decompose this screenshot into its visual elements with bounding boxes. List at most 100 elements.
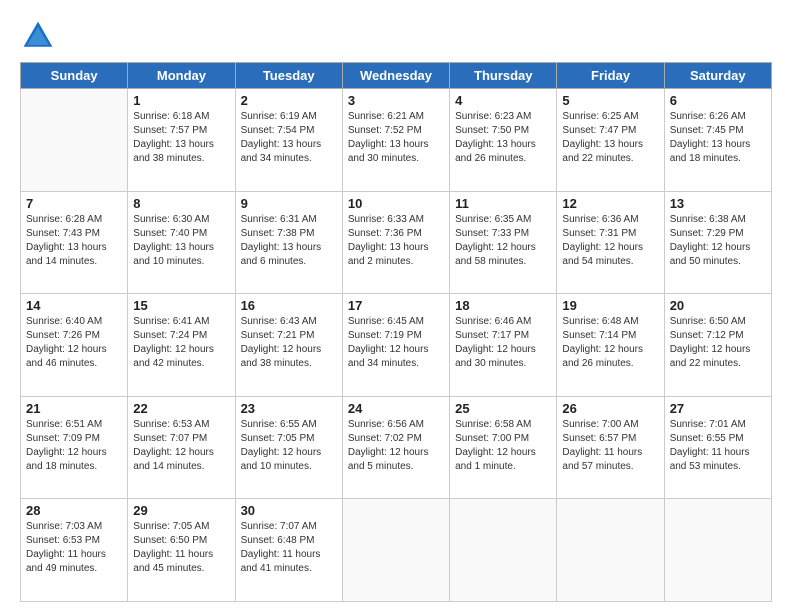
calendar-cell: 30 Sunrise: 7:07 AM Sunset: 6:48 PM Dayli… — [235, 499, 342, 602]
day-info: Sunrise: 6:50 AM Sunset: 7:12 PM Dayligh… — [670, 315, 766, 371]
calendar-cell: 7 Sunrise: 6:28 AM Sunset: 7:43 PM Daylig… — [21, 191, 128, 294]
calendar-cell: 19 Sunrise: 6:48 AM Sunset: 7:14 PM Dayli… — [557, 294, 664, 397]
day-info: Sunrise: 6:30 AM Sunset: 7:40 PM Dayligh… — [133, 213, 229, 269]
calendar-cell: 29Sunrise: 7:05 AM Sunset: 6:50 PM Dayli… — [128, 499, 235, 602]
day-info: Sunrise: 6:58 AM Sunset: 7:00 PM Dayligh… — [455, 418, 551, 474]
day-number: 16 — [241, 298, 337, 313]
day-info: Sunrise: 6:33 AM Sunset: 7:36 PM Dayligh… — [348, 213, 444, 269]
calendar-cell: 17Sunrise: 6:45 AM Sunset: 7:19 PM Dayli… — [342, 294, 449, 397]
calendar-cell — [557, 499, 664, 602]
day-info: Sunrise: 6:40 AM Sunset: 7:26 PM Dayligh… — [26, 315, 122, 371]
day-info: Sunrise: 6:43 AM Sunset: 7:21 PM Dayligh… — [241, 315, 337, 371]
calendar-cell — [450, 499, 557, 602]
calendar-week-2: 7 Sunrise: 6:28 AM Sunset: 7:43 PM Daylig… — [21, 191, 772, 294]
calendar-cell: 6 Sunrise: 6:26 AM Sunset: 7:45 PM Daylig… — [664, 89, 771, 192]
logo-icon — [20, 18, 56, 54]
day-info: Sunrise: 6:31 AM Sunset: 7:38 PM Dayligh… — [241, 213, 337, 269]
day-info: Sunrise: 6:19 AM Sunset: 7:54 PM Dayligh… — [241, 110, 337, 166]
day-info: Sunrise: 7:03 AM Sunset: 6:53 PM Dayligh… — [26, 520, 122, 576]
day-header-tuesday: Tuesday — [235, 63, 342, 89]
calendar-cell — [664, 499, 771, 602]
calendar-cell: 9 Sunrise: 6:31 AM Sunset: 7:38 PM Daylig… — [235, 191, 342, 294]
calendar-cell: 24 Sunrise: 6:56 AM Sunset: 7:02 PM Dayli… — [342, 396, 449, 499]
day-number: 30 — [241, 503, 337, 518]
day-number: 26 — [562, 401, 658, 416]
day-number: 18 — [455, 298, 551, 313]
calendar-cell: 22 Sunrise: 6:53 AM Sunset: 7:07 PM Dayli… — [128, 396, 235, 499]
calendar-cell: 11 Sunrise: 6:35 AM Sunset: 7:33 PM Dayli… — [450, 191, 557, 294]
day-number: 27 — [670, 401, 766, 416]
header — [20, 18, 772, 54]
day-info: Sunrise: 6:38 AM Sunset: 7:29 PM Dayligh… — [670, 213, 766, 269]
day-number: 20 — [670, 298, 766, 313]
day-number: 29 — [133, 503, 229, 518]
day-number: 24 — [348, 401, 444, 416]
day-info: Sunrise: 6:18 AM Sunset: 7:57 PM Dayligh… — [133, 110, 229, 166]
day-info: Sunrise: 7:07 AM Sunset: 6:48 PM Dayligh… — [241, 520, 337, 576]
calendar-week-5: 28 Sunrise: 7:03 AM Sunset: 6:53 PM Dayli… — [21, 499, 772, 602]
day-number: 25 — [455, 401, 551, 416]
day-number: 10 — [348, 196, 444, 211]
calendar-cell: 13 Sunrise: 6:38 AM Sunset: 7:29 PM Dayli… — [664, 191, 771, 294]
calendar-cell: 12Sunrise: 6:36 AM Sunset: 7:31 PM Dayli… — [557, 191, 664, 294]
page: SundayMondayTuesdayWednesdayThursdayFrid… — [0, 0, 792, 612]
day-info: Sunrise: 6:23 AM Sunset: 7:50 PM Dayligh… — [455, 110, 551, 166]
calendar-cell: 8 Sunrise: 6:30 AM Sunset: 7:40 PM Daylig… — [128, 191, 235, 294]
day-info: Sunrise: 6:56 AM Sunset: 7:02 PM Dayligh… — [348, 418, 444, 474]
calendar-cell: 28 Sunrise: 7:03 AM Sunset: 6:53 PM Dayli… — [21, 499, 128, 602]
day-number: 15 — [133, 298, 229, 313]
day-info: Sunrise: 6:46 AM Sunset: 7:17 PM Dayligh… — [455, 315, 551, 371]
day-number: 22 — [133, 401, 229, 416]
day-number: 4 — [455, 93, 551, 108]
calendar-cell: 23Sunrise: 6:55 AM Sunset: 7:05 PM Dayli… — [235, 396, 342, 499]
day-info: Sunrise: 6:25 AM Sunset: 7:47 PM Dayligh… — [562, 110, 658, 166]
day-info: Sunrise: 6:26 AM Sunset: 7:45 PM Dayligh… — [670, 110, 766, 166]
day-info: Sunrise: 6:21 AM Sunset: 7:52 PM Dayligh… — [348, 110, 444, 166]
day-header-sunday: Sunday — [21, 63, 128, 89]
day-info: Sunrise: 6:51 AM Sunset: 7:09 PM Dayligh… — [26, 418, 122, 474]
calendar-cell: 15 Sunrise: 6:41 AM Sunset: 7:24 PM Dayli… — [128, 294, 235, 397]
day-number: 7 — [26, 196, 122, 211]
day-info: Sunrise: 6:36 AM Sunset: 7:31 PM Dayligh… — [562, 213, 658, 269]
day-info: Sunrise: 7:01 AM Sunset: 6:55 PM Dayligh… — [670, 418, 766, 474]
day-number: 2 — [241, 93, 337, 108]
day-number: 1 — [133, 93, 229, 108]
day-number: 9 — [241, 196, 337, 211]
calendar-cell: 18 Sunrise: 6:46 AM Sunset: 7:17 PM Dayli… — [450, 294, 557, 397]
day-info: Sunrise: 6:45 AM Sunset: 7:19 PM Dayligh… — [348, 315, 444, 371]
day-number: 3 — [348, 93, 444, 108]
calendar-cell: 5 Sunrise: 6:25 AM Sunset: 7:47 PM Daylig… — [557, 89, 664, 192]
calendar-week-1: 1 Sunrise: 6:18 AM Sunset: 7:57 PM Daylig… — [21, 89, 772, 192]
day-number: 5 — [562, 93, 658, 108]
day-info: Sunrise: 6:28 AM Sunset: 7:43 PM Dayligh… — [26, 213, 122, 269]
day-number: 14 — [26, 298, 122, 313]
day-header-thursday: Thursday — [450, 63, 557, 89]
day-info: Sunrise: 6:35 AM Sunset: 7:33 PM Dayligh… — [455, 213, 551, 269]
day-info: Sunrise: 6:48 AM Sunset: 7:14 PM Dayligh… — [562, 315, 658, 371]
day-number: 23 — [241, 401, 337, 416]
day-number: 8 — [133, 196, 229, 211]
calendar-cell — [21, 89, 128, 192]
day-info: Sunrise: 6:53 AM Sunset: 7:07 PM Dayligh… — [133, 418, 229, 474]
day-number: 13 — [670, 196, 766, 211]
day-number: 11 — [455, 196, 551, 211]
logo — [20, 18, 60, 54]
calendar-cell: 4 Sunrise: 6:23 AM Sunset: 7:50 PM Daylig… — [450, 89, 557, 192]
calendar-week-4: 21 Sunrise: 6:51 AM Sunset: 7:09 PM Dayli… — [21, 396, 772, 499]
calendar-cell: 27 Sunrise: 7:01 AM Sunset: 6:55 PM Dayli… — [664, 396, 771, 499]
day-number: 28 — [26, 503, 122, 518]
calendar-cell: 14 Sunrise: 6:40 AM Sunset: 7:26 PM Dayli… — [21, 294, 128, 397]
day-number: 19 — [562, 298, 658, 313]
calendar-cell: 1 Sunrise: 6:18 AM Sunset: 7:57 PM Daylig… — [128, 89, 235, 192]
calendar-header-row: SundayMondayTuesdayWednesdayThursdayFrid… — [21, 63, 772, 89]
day-info: Sunrise: 6:41 AM Sunset: 7:24 PM Dayligh… — [133, 315, 229, 371]
calendar-cell: 10 Sunrise: 6:33 AM Sunset: 7:36 PM Dayli… — [342, 191, 449, 294]
calendar-cell: 16 Sunrise: 6:43 AM Sunset: 7:21 PM Dayli… — [235, 294, 342, 397]
calendar-cell: 2 Sunrise: 6:19 AM Sunset: 7:54 PM Daylig… — [235, 89, 342, 192]
calendar-table: SundayMondayTuesdayWednesdayThursdayFrid… — [20, 62, 772, 602]
day-number: 21 — [26, 401, 122, 416]
day-number: 6 — [670, 93, 766, 108]
day-info: Sunrise: 7:00 AM Sunset: 6:57 PM Dayligh… — [562, 418, 658, 474]
calendar-cell: 26 Sunrise: 7:00 AM Sunset: 6:57 PM Dayli… — [557, 396, 664, 499]
day-header-friday: Friday — [557, 63, 664, 89]
